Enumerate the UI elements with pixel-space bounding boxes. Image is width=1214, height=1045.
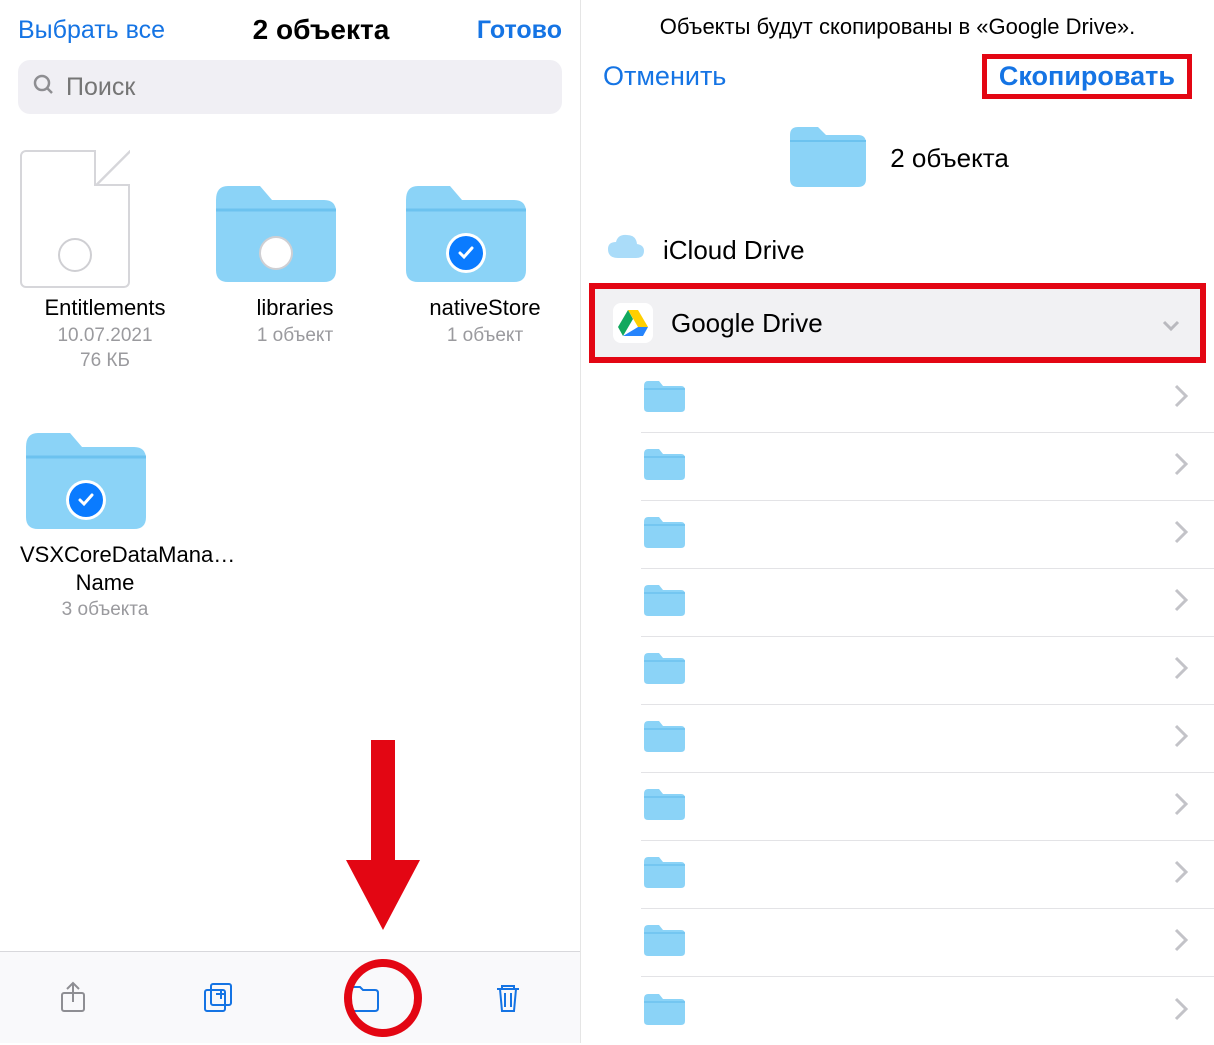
file-grid: Entitlements10.07.202176 КБlibraries1 об… [0,120,580,622]
move-button[interactable] [341,976,385,1020]
folder-icon [641,921,687,964]
chevron-right-icon [1172,382,1190,415]
file-item[interactable]: VSXCoreDataMana…Name3 объекта [20,397,190,622]
chevron-right-icon [1172,722,1190,755]
chevron-right-icon [1172,654,1190,687]
chevron-right-icon [1172,450,1190,483]
subfolder-row[interactable] [641,433,1214,501]
cancel-button[interactable]: Отменить [603,61,726,92]
folder-icon [641,445,687,488]
subfolder-row[interactable] [641,773,1214,841]
location-label: Google Drive [671,308,823,339]
bottom-toolbar [0,951,580,1043]
folder-icon [641,649,687,692]
file-item[interactable]: Entitlements10.07.202176 КБ [20,150,190,373]
item-meta: 1 объект [400,324,570,348]
folder-icon [641,513,687,556]
right-header: Отменить Скопировать [581,46,1214,109]
selection-title: 2 объекта [253,14,390,46]
location-label: iCloud Drive [663,235,805,266]
item-meta: 1 объект [210,324,380,348]
left-header: Выбрать все 2 объекта Готово [0,0,580,54]
chevron-right-icon [1172,586,1190,619]
item-name: libraries [210,294,380,322]
subfolder-row[interactable] [641,841,1214,909]
share-button[interactable] [51,976,95,1020]
chevron-right-icon [1172,858,1190,891]
item-meta: 3 объекта [20,598,190,622]
check-icon [69,483,103,517]
subfolder-row[interactable] [641,637,1214,705]
subfolder-row[interactable] [641,977,1214,1045]
copy-button[interactable]: Скопировать [999,61,1175,91]
annotation-copy-box: Скопировать [982,54,1192,99]
folder-icon [786,121,870,196]
location-google-drive[interactable]: Google Drive [595,289,1200,357]
search-icon [32,73,56,102]
hero-title: 2 объекта [890,143,1009,174]
delete-button[interactable] [486,976,530,1020]
search-input[interactable] [66,73,548,102]
folder-icon [641,377,687,420]
left-panel: Выбрать все 2 объекта Готово Entitlement… [0,0,581,1043]
chevron-right-icon [1172,995,1190,1028]
folder-icon [641,785,687,828]
item-name: nativeStore [400,294,570,322]
google-drive-subfolders [581,365,1214,1045]
duplicate-button[interactable] [196,976,240,1020]
select-all-button[interactable]: Выбрать все [18,16,165,45]
chevron-right-icon [1172,790,1190,823]
check-icon [449,236,483,270]
annotation-google-drive-box: Google Drive [589,283,1206,363]
folder-icon [20,425,152,535]
folder-icon [641,990,687,1033]
folder-icon [641,853,687,896]
cloud-icon [605,232,645,269]
right-panel: Объекты будут скопированы в «Google Driv… [581,0,1214,1043]
subfolder-row[interactable] [641,569,1214,637]
folder-icon [400,178,532,288]
subfolder-row[interactable] [641,365,1214,433]
google-drive-icon [613,303,653,343]
subfolder-row[interactable] [641,909,1214,977]
annotation-arrow [346,740,420,930]
chevron-right-icon [1172,926,1190,959]
copy-caption: Объекты будут скопированы в «Google Driv… [581,0,1214,46]
file-item[interactable]: nativeStore1 объект [400,150,570,373]
folder-icon [641,717,687,760]
item-meta: 76 КБ [20,349,190,373]
subfolder-row[interactable] [641,501,1214,569]
location-icloud[interactable]: iCloud Drive [581,220,1214,281]
item-meta: 10.07.2021 [20,324,190,348]
subfolder-row[interactable] [641,705,1214,773]
folder-icon [210,178,342,288]
item-name: VSXCoreDataMana…Name [20,541,190,596]
search-field[interactable] [18,60,562,114]
chevron-right-icon [1172,518,1190,551]
file-item[interactable]: libraries1 объект [210,150,380,373]
document-icon [20,150,130,288]
folder-icon [641,581,687,624]
item-name: Entitlements [20,294,190,322]
copy-hero: 2 объекта [581,109,1214,220]
done-button[interactable]: Готово [477,16,562,45]
selection-circle [259,236,293,270]
chevron-down-icon [1160,312,1182,334]
